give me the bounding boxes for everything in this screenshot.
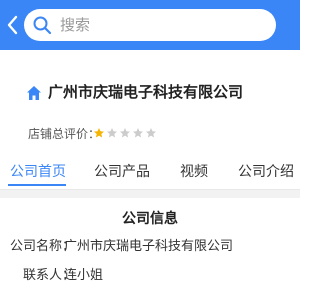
top-bar: 搜索 <box>0 0 300 50</box>
star-icon <box>107 128 117 138</box>
search-icon <box>33 16 52 35</box>
star-icon <box>146 128 156 138</box>
tab-company-products[interactable]: 公司产品 <box>94 162 150 182</box>
search-placeholder: 搜索 <box>60 16 91 34</box>
tab-videos[interactable]: 视频 <box>180 162 208 182</box>
tab-company-intro[interactable]: 公司介绍 <box>238 162 294 182</box>
section-title: 公司信息 <box>122 211 178 227</box>
section-divider <box>0 190 300 198</box>
store-header: 广州市庆瑞电子科技有限公司 店铺总评价： <box>0 50 300 154</box>
search-input[interactable]: 搜索 <box>24 9 276 41</box>
star-icon <box>94 128 104 138</box>
rating-label: 店铺总评价： <box>28 127 101 141</box>
rating-stars <box>93 127 157 139</box>
company-info-section: 公司信息 公司名称： 广州市庆瑞电子科技有限公司 联系人： 连小姐 <box>0 198 300 300</box>
info-value: 连小姐 <box>64 268 104 283</box>
chevron-left-icon <box>7 15 18 35</box>
back-button[interactable] <box>2 10 22 40</box>
home-icon <box>27 86 41 100</box>
tab-bar: 公司首页 公司产品 视频 公司介绍 <box>0 154 300 190</box>
tab-company-home[interactable]: 公司首页 <box>10 162 66 182</box>
info-value: 广州市庆瑞电子科技有限公司 <box>64 239 234 254</box>
star-icon <box>120 128 130 138</box>
company-name: 广州市庆瑞电子科技有限公司 <box>48 83 244 101</box>
star-icon <box>133 128 143 138</box>
active-tab-indicator <box>8 184 66 186</box>
